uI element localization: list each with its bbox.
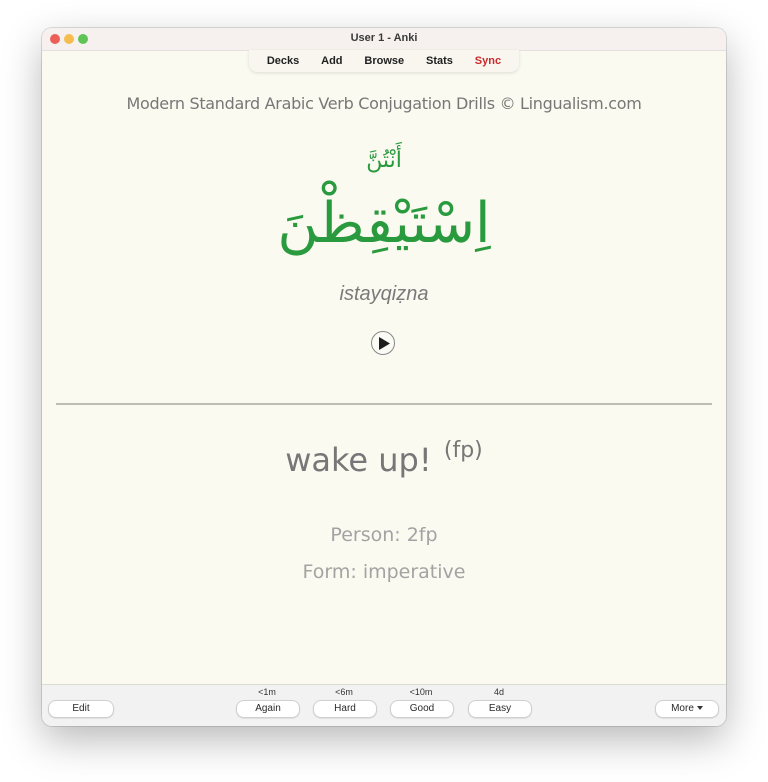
play-audio-button[interactable] — [371, 331, 395, 355]
arabic-pronoun: أَنْتُنَّ — [366, 148, 402, 173]
title-bar: User 1 - Anki — [42, 28, 726, 51]
toolbar-decks[interactable]: Decks — [263, 55, 303, 67]
interval-again: <1m — [258, 687, 276, 697]
toolbar-add[interactable]: Add — [317, 55, 346, 67]
interval-easy: 4d — [493, 687, 504, 697]
interval-hard: <6m — [335, 687, 353, 697]
edit-button[interactable]: Edit — [48, 700, 114, 718]
person-info: Person: 2fp — [330, 524, 438, 546]
anki-window: User 1 - Anki Decks Add Browse Stats Syn… — [42, 28, 726, 726]
more-label: More — [671, 703, 694, 714]
main-toolbar: Decks Add Browse Stats Sync — [249, 50, 519, 72]
meaning-note: (fp) — [443, 438, 483, 463]
chevron-down-icon — [696, 706, 703, 710]
transliteration: istayqiẓna — [339, 283, 429, 305]
meaning-text: wake up! — [285, 441, 432, 479]
toolbar-browse[interactable]: Browse — [360, 55, 408, 67]
toolbar-stats[interactable]: Stats — [422, 55, 457, 67]
answer-bar: Edit <1m Again <6m Hard <10m Good 4d Eas… — [42, 684, 726, 726]
again-button[interactable]: Again — [236, 700, 300, 718]
arabic-verb: اِسْتَيْقِظْنَ — [277, 191, 491, 256]
deck-title: Modern Standard Arabic Verb Conjugation … — [126, 94, 642, 113]
interval-good: <10m — [409, 687, 433, 697]
good-button[interactable]: Good — [390, 700, 454, 718]
play-icon — [379, 337, 390, 350]
easy-button[interactable]: Easy — [468, 700, 532, 718]
meaning: wake up! (fp) — [42, 438, 726, 479]
form-info: Form: imperative — [302, 561, 466, 583]
answer-divider — [56, 403, 712, 405]
toolbar-sync[interactable]: Sync — [471, 55, 505, 67]
more-button[interactable]: More — [655, 700, 719, 718]
hard-button[interactable]: Hard — [313, 700, 377, 718]
window-title: User 1 - Anki — [350, 32, 418, 44]
card-review-area: Modern Standard Arabic Verb Conjugation … — [42, 72, 726, 684]
